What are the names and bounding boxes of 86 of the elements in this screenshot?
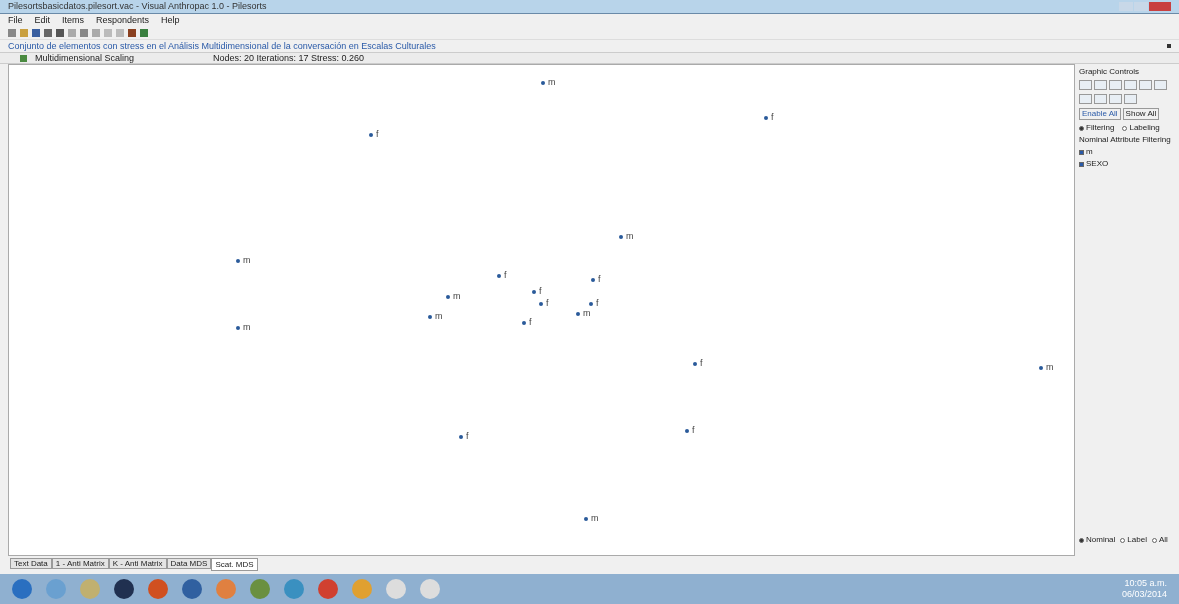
tool-button[interactable] [1109,80,1122,90]
tab[interactable]: Scat. MDS [211,558,258,571]
radio-label: All [1158,536,1168,544]
radio-label: Label [1127,536,1147,544]
point-label: f [700,359,703,368]
point-label: f [529,318,532,327]
menu-item[interactable]: Help [161,15,180,25]
clock-time: 10:05 a.m. [1124,577,1167,589]
point-marker [497,273,501,278]
tool-button[interactable] [1094,80,1107,90]
show-all-button[interactable]: Show All [1122,108,1160,120]
caption-text: Conjunto de elementos con stress en el Análisis Multidimensional de la conversación en Escalas Culturales [8,41,436,51]
point-marker [764,115,768,120]
menu-item[interactable]: Edit [34,15,51,25]
window-title: Pilesortsbasicdatos.pilesort.vac - Visual Anthropac 1.0 - Pilesorts [8,2,267,11]
point-label: f [376,130,379,139]
point-marker [693,361,697,366]
menu-item[interactable]: Respondents [96,15,150,25]
checkbox[interactable] [1079,149,1084,155]
radio-button[interactable] [1122,125,1128,131]
point-label: f [546,299,549,308]
point-marker [576,311,580,316]
radio-button[interactable] [1120,537,1126,543]
tool-button[interactable] [1079,94,1092,104]
radio-button[interactable] [1079,125,1084,131]
tool-button[interactable] [1109,94,1122,104]
filter-title: Nominal Attribute Filtering [1079,136,1172,144]
point-marker [446,294,450,299]
point-label: m [591,514,599,523]
filter-label: SEXO [1086,160,1109,168]
point-label: m [548,78,556,87]
point-label: m [1046,363,1054,372]
point-marker [522,320,526,325]
filter-label: m [1086,148,1093,156]
point-label: f [466,432,469,441]
point-label: f [692,426,695,435]
point-marker [591,277,595,282]
tool-button[interactable] [1124,94,1137,104]
point-label: m [583,309,591,318]
radio-button[interactable] [1079,537,1084,543]
stress-stats: Nodes: 20 Iterations: 17 Stress: 0.260 [213,53,365,63]
point-marker [589,301,593,306]
enable-all-button[interactable]: Enable All [1079,108,1121,120]
point-label: f [539,287,542,296]
point-label: f [771,113,774,122]
menu-item[interactable]: Items [62,15,85,25]
radio-label: Nominal [1086,536,1116,544]
taskbar-icon[interactable] [114,579,134,599]
point-marker [685,428,689,433]
tool-button[interactable] [1139,80,1152,90]
tab[interactable]: Data MDS [166,558,212,569]
tool-button[interactable] [1154,80,1167,90]
checkbox[interactable] [1079,161,1084,167]
tool-button[interactable] [1094,94,1107,104]
radio-label: Filtering [1086,124,1115,132]
clock-date: 06/03/2014 [1121,589,1167,601]
point-label: f [596,299,599,308]
point-label: m [453,292,461,301]
point-marker [459,434,463,439]
point-label: f [504,271,507,280]
point-marker [541,80,545,85]
point-marker [428,314,432,319]
menu-item[interactable]: File [8,15,23,25]
tab[interactable]: K - Anti Matrix [108,558,167,569]
tab[interactable]: 1 - Anti Matrix [51,558,109,569]
point-label: m [243,256,251,265]
point-marker [532,289,536,294]
radio-label: Labeling [1129,124,1160,132]
point-marker [236,258,240,263]
point-label: m [626,232,634,241]
point-label: m [435,312,443,321]
point-marker [369,132,373,137]
point-marker [539,301,543,306]
tool-button[interactable] [1079,80,1092,90]
point-marker [1039,365,1043,370]
panel-title: Graphic Controls [1079,68,1141,76]
taskbar-icon[interactable] [182,579,202,599]
tool-button[interactable] [1124,80,1137,90]
point-marker [236,325,240,330]
point-label: f [598,275,601,284]
point-label: m [243,323,251,332]
tab[interactable]: Text Data [10,558,52,569]
plot-title: Multidimensional Scaling [35,53,136,63]
radio-button[interactable] [1151,537,1157,543]
point-marker [619,234,623,239]
point-marker [584,516,588,521]
